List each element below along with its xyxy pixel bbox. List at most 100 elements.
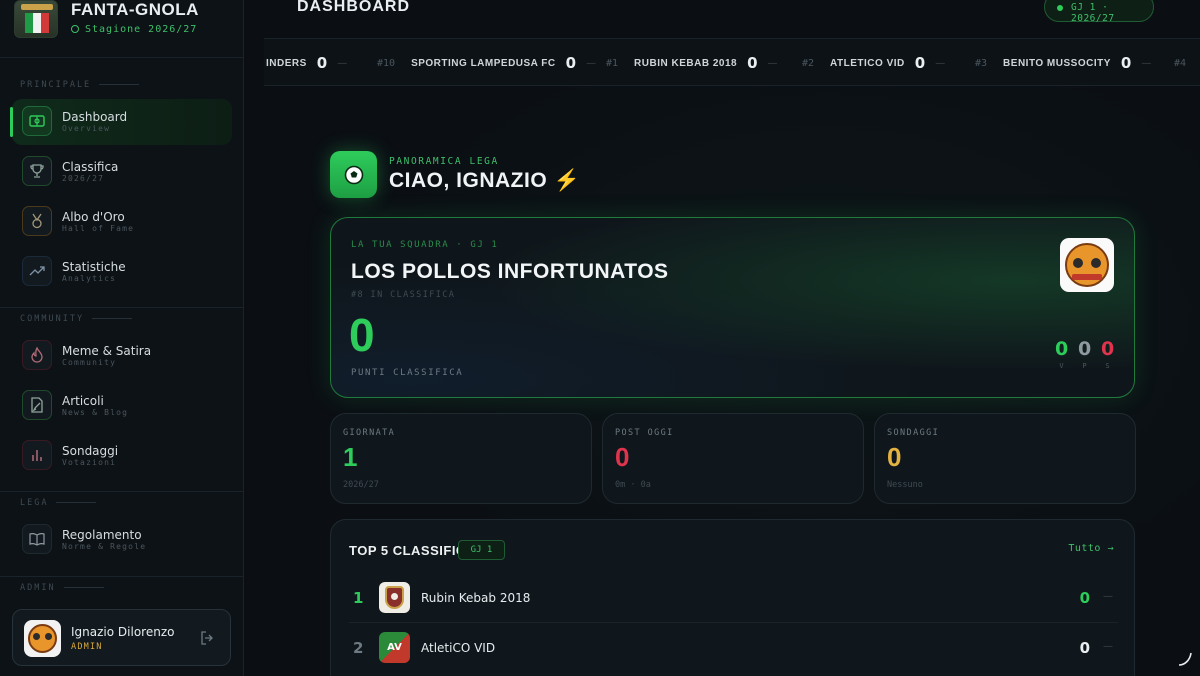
team-logo (1060, 238, 1114, 292)
nav-label: Dashboard (62, 110, 128, 124)
season-label: Stagione 2026/27 (71, 24, 197, 35)
team-eyebrow: LA TUA SQUADRA · GJ 1 (351, 240, 499, 250)
league-logo (14, 0, 58, 38)
nav-dashboard[interactable]: Dashboard Overview (10, 99, 232, 145)
team-name: LOS POLLOS INFORTUNATOS (351, 260, 669, 283)
section-lega: LEGA (20, 498, 96, 508)
row-dash: — (1103, 591, 1113, 602)
brand[interactable]: FANTA-GNOLA Stagione 2026/27 (14, 0, 234, 48)
pen-icon (22, 390, 52, 420)
stat-sub: 0m · 0a (615, 480, 651, 490)
nav-meme-satira[interactable]: Meme & Satira Community (12, 333, 232, 379)
stat-sub: Nessuno (887, 480, 923, 490)
section-admin: ADMIN (20, 583, 104, 593)
divider (0, 57, 244, 58)
stat-value: 0 (887, 442, 902, 472)
nav-sub: Analytics (62, 274, 117, 283)
top5-title: TOP 5 CLASSIFICA (349, 543, 476, 558)
user-card[interactable]: Ignazio Dilorenzo ADMIN (12, 609, 231, 666)
ticker-points: 0 (316, 54, 328, 72)
divider (0, 307, 244, 308)
ticker-dash: — (337, 57, 348, 69)
sidebar: FANTA-GNOLA Stagione 2026/27 PRINCIPALE … (0, 0, 244, 676)
nav-label: Meme & Satira (62, 344, 152, 358)
nav-sub: Community (62, 358, 117, 367)
stat-post-oggi[interactable]: POST OGGI 0 0m · 0a (602, 413, 864, 504)
stat-value: 1 (343, 442, 358, 472)
nav-label: Regolamento (62, 528, 142, 542)
standings-ticker: INDERS 0 — #10 SPORTING LAMPEDUSA FC 0 —… (264, 38, 1200, 86)
ticker-points: 0 (565, 54, 577, 72)
my-team-card[interactable]: LA TUA SQUADRA · GJ 1 LOS POLLOS INFORTU… (330, 217, 1135, 398)
ticker-team: RUBIN KEBAB 2018 (634, 57, 738, 69)
losses-label: S (1105, 362, 1110, 370)
ticker-dash: — (1141, 57, 1152, 69)
top5-pill: GJ 1 (458, 540, 505, 560)
ticker-team: SPORTING LAMPEDUSA FC (411, 57, 556, 69)
user-name: Ignazio Dilorenzo (71, 625, 175, 639)
divider (0, 491, 244, 492)
divider (0, 576, 244, 577)
ticker-item[interactable]: #10 SPORTING LAMPEDUSA FC 0 — (377, 39, 596, 85)
table-row[interactable]: 1 Rubin Kebab 2018 0 — (331, 573, 1136, 623)
top5-card: TOP 5 CLASSIFICA GJ 1 Tutto → 1 Rubin Ke… (330, 519, 1135, 676)
table-row[interactable]: 2 AV AtletiCO VID 0 — (331, 623, 1136, 673)
section-principale: PRINCIPALE (20, 80, 139, 90)
row-points: 0 (1079, 589, 1090, 607)
user-role: ADMIN (71, 642, 103, 652)
wins-label: V (1059, 362, 1064, 370)
wins-value: 0 (1055, 338, 1069, 360)
ticker-item[interactable]: #1 RUBIN KEBAB 2018 0 — (606, 39, 778, 85)
row-points: 0 (1079, 639, 1090, 657)
draws-label: P (1082, 362, 1087, 370)
losses: 0 S (1101, 338, 1114, 370)
ticker-rank: #4 (1174, 57, 1187, 69)
draws: 0 P (1078, 338, 1091, 370)
ticker-rank: #3 (975, 57, 988, 69)
nav-label: Classifica (62, 160, 119, 174)
soccer-ball-icon (330, 151, 377, 198)
trophy-icon (22, 156, 52, 186)
nav-articoli[interactable]: Articoli News & Blog (12, 383, 232, 429)
stat-label: POST OGGI (615, 428, 674, 438)
view-all-link[interactable]: Tutto → (1068, 543, 1114, 554)
overview-eyebrow: PANORAMICA LEGA (389, 156, 499, 167)
bars-icon (22, 440, 52, 470)
team-points-label: PUNTI CLASSIFICA (351, 368, 464, 378)
nav-albo-doro[interactable]: Albo d'Oro Hall of Fame (12, 199, 232, 245)
draws-value: 0 (1078, 338, 1092, 360)
stat-sondaggi[interactable]: SONDAGGI 0 Nessuno (874, 413, 1136, 504)
nav-statistiche[interactable]: Statistiche Analytics (12, 249, 232, 295)
section-community: COMMUNITY (20, 314, 132, 324)
wins: 0 V (1055, 338, 1068, 370)
row-dash: — (1103, 641, 1113, 652)
page-title: DASHBOARD (297, 0, 410, 15)
nav-sub: Overview (62, 124, 111, 133)
ticker-item[interactable]: #3 BENITO MUSSOCITY 0 — (975, 39, 1152, 85)
stat-giornata[interactable]: GIORNATA 1 2026/27 (330, 413, 592, 504)
nav-classifica[interactable]: Classifica 2026/27 (12, 149, 232, 195)
book-icon (22, 524, 52, 554)
ticker-points: 0 (747, 54, 758, 72)
ticker-item[interactable]: #2 ATLETICO VID 0 — (802, 39, 945, 85)
nav-sub: Hall of Fame (62, 224, 135, 233)
stat-sub: 2026/27 (343, 480, 379, 490)
ticker-item[interactable]: INDERS 0 — (266, 39, 348, 85)
losses-value: 0 (1101, 338, 1115, 360)
greeting: CIAO, IGNAZIO ⚡ (389, 169, 581, 192)
corner-swoosh-icon (1178, 651, 1192, 670)
ticker-item[interactable]: #4 (1174, 39, 1200, 85)
logout-icon[interactable] (200, 630, 216, 649)
team-rank: #8 IN CLASSIFICA (351, 290, 456, 300)
nav-sondaggi[interactable]: Sondaggi Votazioni (12, 433, 232, 479)
row-rank: 1 (353, 589, 364, 607)
season-pill[interactable]: GJ 1 · 2026/27 (1044, 0, 1154, 24)
team-logo (379, 582, 410, 613)
row-team-name: AtletiCO VID (421, 641, 496, 655)
nav-regolamento[interactable]: Regolamento Norme & Regole (12, 517, 232, 563)
nav-label: Statistiche (62, 260, 126, 274)
avatar (24, 620, 61, 657)
nav-sub: News & Blog (62, 408, 129, 417)
nav-sub: 2026/27 (62, 174, 105, 183)
flame-icon (22, 340, 52, 370)
